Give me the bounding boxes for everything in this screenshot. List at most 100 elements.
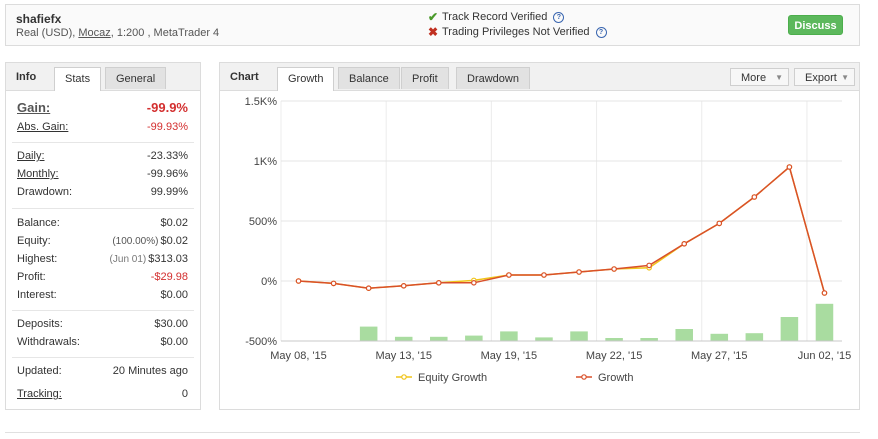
tab-stats[interactable]: Stats [54, 67, 102, 91]
info-panel: Info Stats General Gain: -99.9% Abs. Gai… [5, 62, 201, 410]
drawdown-label: Drawdown: [17, 186, 73, 198]
info-tabbar: Info Stats General [6, 63, 200, 91]
volume-bar [394, 336, 413, 341]
gain-label[interactable]: Gain: [17, 100, 50, 115]
tab-growth[interactable]: Growth [277, 67, 335, 91]
tab-balance[interactable]: Balance [338, 67, 400, 89]
divider [12, 208, 194, 209]
legend-label: Growth [598, 372, 633, 384]
equity-row: Equity: (100.00%) $0.02 [17, 235, 188, 247]
export-label: Export [805, 72, 837, 84]
account-type: Real (USD), [16, 27, 79, 39]
account-details: Real (USD), Mocaz, 1:200 , MetaTrader 4 [16, 27, 219, 39]
highest-date: (Jun 01) [109, 254, 147, 265]
data-point [295, 278, 302, 284]
data-point [541, 272, 547, 278]
tab-drawdown[interactable]: Drawdown [456, 67, 530, 89]
volume-bar [745, 333, 764, 341]
balance-label: Balance: [17, 217, 60, 229]
volume-bar [815, 303, 834, 341]
data-point [471, 280, 477, 286]
y-tick-label: -500% [245, 336, 277, 348]
deposits-row: Deposits: $30.00 [17, 318, 188, 330]
abs-gain-value: -99.93% [147, 121, 188, 133]
highest-value: $313.03 [148, 253, 188, 265]
discuss-button[interactable]: Discuss [788, 15, 843, 35]
volume-bar [780, 317, 799, 341]
monthly-label[interactable]: Monthly: [17, 168, 59, 180]
monthly-value: -99.96% [147, 168, 188, 180]
account-name: shafiefx [16, 12, 62, 26]
balance-row: Balance: $0.02 [17, 217, 188, 229]
drawdown-row: Drawdown: 99.99% [17, 186, 188, 198]
broker-link[interactable]: Mocaz [78, 27, 110, 39]
growth-chart: -500% 0% 500% 1K% 1.5K% May 08, '15 May 13, '1… [245, 96, 852, 384]
volume-bar [359, 326, 378, 341]
gain-row: Gain: -99.9% [17, 100, 188, 115]
interest-value: $0.00 [160, 289, 188, 301]
legend-marker [581, 374, 587, 380]
check-icon: ✔ [428, 10, 439, 24]
help-icon[interactable]: ? [595, 26, 607, 38]
data-point [611, 266, 617, 272]
monthly-row: Monthly: -99.96% [17, 168, 188, 180]
equity-label: Equity: [17, 235, 51, 247]
track-record-status: ✔ Track Record Verified ? [428, 10, 565, 24]
chart-tabbar: Chart Growth Balance Profit Drawdown Mor… [220, 63, 859, 91]
highest-label: Highest: [17, 253, 58, 265]
legend-label: Equity Growth [418, 372, 487, 384]
data-point [646, 262, 652, 269]
account-header: shafiefx Real (USD), Mocaz, 1:200 , Meta… [5, 4, 860, 46]
tab-general[interactable]: General [105, 67, 167, 89]
highest-row: Highest: (Jun 01) $313.03 [17, 253, 188, 265]
volume-bar [710, 333, 729, 341]
data-point [576, 269, 582, 275]
more-dropdown[interactable]: More ▼ [730, 68, 789, 86]
deposits-label: Deposits: [17, 318, 63, 330]
updated-label: Updated: [17, 365, 62, 377]
data-point [400, 283, 407, 289]
x-tick-label: May 22, '15 [586, 350, 643, 362]
chevron-down-icon: ▼ [775, 73, 783, 82]
track-record-label: Track Record Verified [442, 11, 548, 23]
y-tick-label: 500% [249, 216, 277, 228]
volume-bar [675, 329, 693, 341]
abs-gain-row: Abs. Gain: -99.93% [17, 121, 188, 133]
divider [12, 310, 194, 311]
daily-value: -23.33% [147, 150, 188, 162]
volume-bar [430, 336, 448, 341]
trading-privileges-status: ✖ Trading Privileges Not Verified ? [428, 25, 607, 39]
help-icon[interactable]: ? [553, 11, 565, 23]
equity-value: $0.02 [160, 235, 188, 247]
tab-profit[interactable]: Profit [401, 67, 449, 89]
volume-bar [535, 337, 553, 341]
daily-label[interactable]: Daily: [17, 150, 45, 162]
data-point [365, 285, 372, 292]
data-point [330, 280, 337, 287]
volume-bar [500, 331, 518, 341]
trading-privileges-label: Trading Privileges Not Verified [442, 26, 590, 38]
y-tick-label: 0% [261, 276, 277, 288]
abs-gain-label[interactable]: Abs. Gain: [17, 121, 68, 133]
chart-title: Chart [230, 71, 259, 83]
series-line-1 [298, 165, 826, 294]
more-label: More [741, 72, 767, 84]
divider [5, 432, 860, 433]
export-dropdown[interactable]: Export ▼ [794, 68, 855, 86]
data-point [751, 194, 758, 200]
x-tick-label: May 08, '15 [270, 350, 327, 362]
tracking-label[interactable]: Tracking: [17, 388, 62, 400]
volume-bar [570, 331, 588, 341]
data-point [716, 220, 723, 227]
info-title: Info [16, 71, 37, 83]
interest-label: Interest: [17, 289, 57, 301]
data-point [506, 272, 512, 278]
x-tick-label: May 27, '15 [691, 350, 748, 362]
balance-value: $0.02 [160, 217, 188, 229]
legend-marker [401, 374, 407, 380]
x-tick-label: May 19, '15 [481, 350, 538, 362]
deposits-value: $30.00 [154, 318, 188, 330]
profit-row: Profit: -$29.98 [17, 271, 188, 283]
divider [12, 142, 194, 143]
x-tick-label: Jun 02, '15 [798, 350, 851, 362]
